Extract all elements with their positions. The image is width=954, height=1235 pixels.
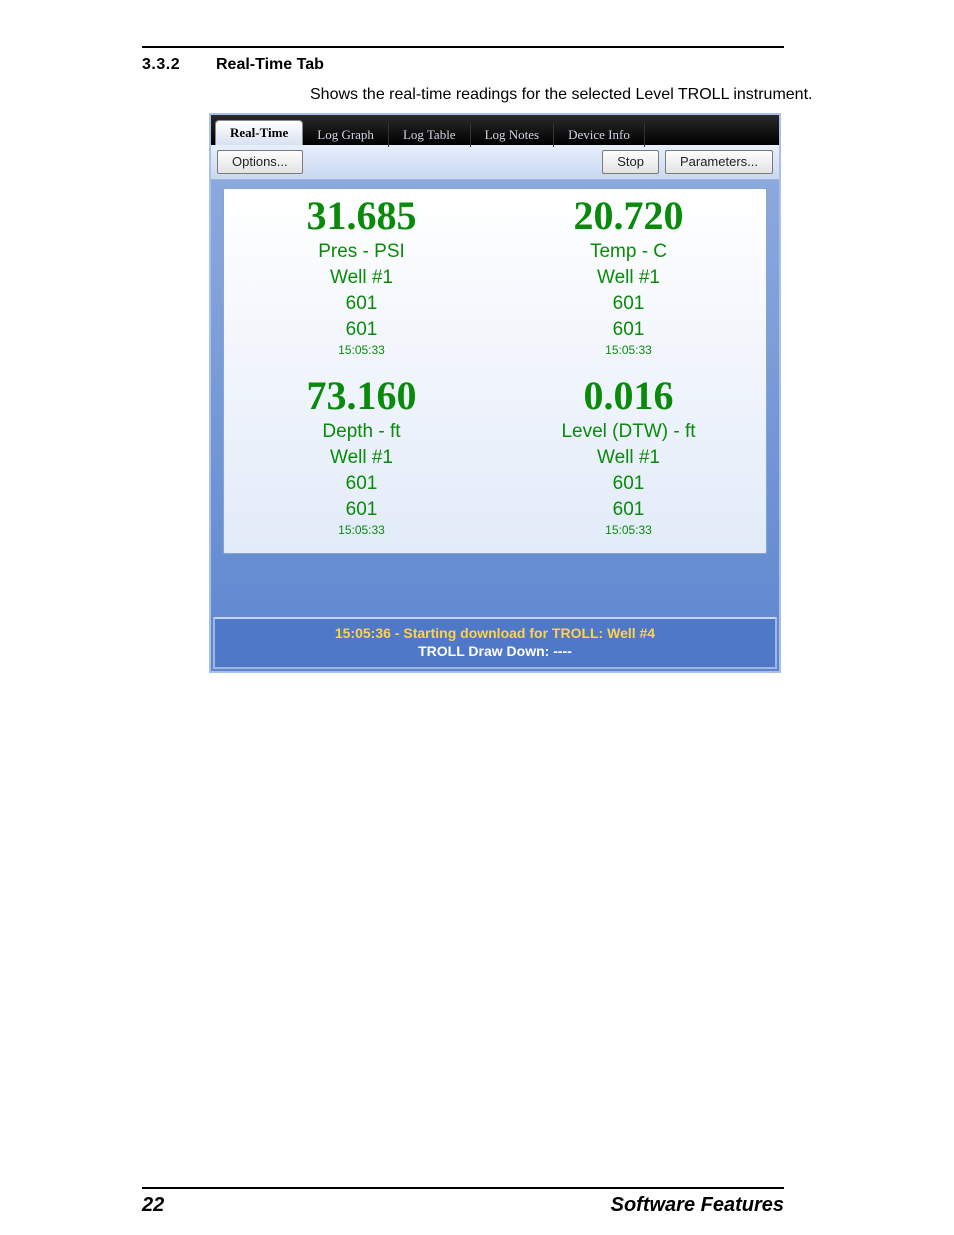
readings-panel: 31.685 Pres - PSI Well #1 601 601 15:05:… xyxy=(223,188,767,554)
app-window: Real-Time Log Graph Log Table Log Notes … xyxy=(209,113,781,673)
options-button[interactable]: Options... xyxy=(217,150,303,174)
status-line-1: 15:05:36 - Starting download for TROLL: … xyxy=(215,625,775,641)
reading-temperature: 20.720 Temp - C Well #1 601 601 15:05:33 xyxy=(495,195,762,357)
reading-well: Well #1 xyxy=(495,447,762,469)
reading-pressure: 31.685 Pres - PSI Well #1 601 601 15:05:… xyxy=(228,195,495,357)
reading-id1: 601 xyxy=(228,293,495,315)
reading-time: 15:05:33 xyxy=(228,343,495,357)
page: 3.3.2 Real-Time Tab Shows the real-time … xyxy=(0,0,954,1235)
reading-value: 0.016 xyxy=(495,375,762,417)
reading-id2: 601 xyxy=(228,499,495,521)
reading-time: 15:05:33 xyxy=(495,523,762,537)
tab-log-notes[interactable]: Log Notes xyxy=(471,123,555,147)
reading-time: 15:05:33 xyxy=(495,343,762,357)
stop-button[interactable]: Stop xyxy=(602,150,659,174)
reading-value: 31.685 xyxy=(228,195,495,237)
reading-id2: 601 xyxy=(228,319,495,341)
parameters-button[interactable]: Parameters... xyxy=(665,150,773,174)
reading-label: Temp - C xyxy=(495,241,762,263)
tab-real-time[interactable]: Real-Time xyxy=(215,120,303,145)
reading-id1: 601 xyxy=(495,473,762,495)
page-number: 22 xyxy=(142,1194,164,1217)
tab-log-graph[interactable]: Log Graph xyxy=(303,123,389,147)
reading-id2: 601 xyxy=(495,499,762,521)
reading-well: Well #1 xyxy=(495,267,762,289)
status-line-2: TROLL Draw Down: ---- xyxy=(215,643,775,659)
reading-well: Well #1 xyxy=(228,267,495,289)
reading-id2: 601 xyxy=(495,319,762,341)
toolbar: Options... Stop Parameters... xyxy=(211,145,779,180)
rule-top xyxy=(142,46,784,48)
reading-value: 73.160 xyxy=(228,375,495,417)
reading-value: 20.720 xyxy=(495,195,762,237)
rule-bottom xyxy=(142,1187,784,1189)
reading-well: Well #1 xyxy=(228,447,495,469)
tab-bar: Real-Time Log Graph Log Table Log Notes … xyxy=(211,115,779,145)
status-bar: 15:05:36 - Starting download for TROLL: … xyxy=(213,617,777,669)
footer-title: Software Features xyxy=(611,1194,784,1217)
reading-depth: 73.160 Depth - ft Well #1 601 601 15:05:… xyxy=(228,375,495,537)
tab-device-info[interactable]: Device Info xyxy=(554,123,645,147)
reading-label: Pres - PSI xyxy=(228,241,495,263)
reading-label: Depth - ft xyxy=(228,421,495,443)
section-caption: Shows the real-time readings for the sel… xyxy=(310,86,812,104)
reading-id1: 601 xyxy=(228,473,495,495)
section-title: Real-Time Tab xyxy=(216,56,324,74)
reading-label: Level (DTW) - ft xyxy=(495,421,762,443)
reading-id1: 601 xyxy=(495,293,762,315)
section-number: 3.3.2 xyxy=(142,56,180,74)
tab-log-table[interactable]: Log Table xyxy=(389,123,471,147)
reading-level: 0.016 Level (DTW) - ft Well #1 601 601 1… xyxy=(495,375,762,537)
reading-time: 15:05:33 xyxy=(228,523,495,537)
